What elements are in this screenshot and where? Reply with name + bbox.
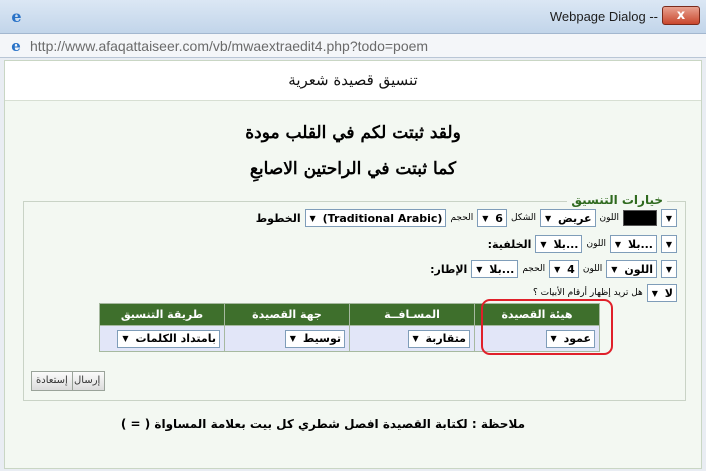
border-color-label: اللون xyxy=(582,264,603,274)
reset-button[interactable]: إستعادة xyxy=(31,371,73,391)
background-row: الخلفية: ▼ بلا... اللون ▼ بلا... ▼ xyxy=(488,235,677,253)
close-button[interactable]: x xyxy=(662,6,700,25)
chevron-down-icon: ▼ xyxy=(611,264,618,274)
column-header: جهة القصيدة xyxy=(224,303,350,326)
chevron-down-icon: ▼ xyxy=(476,264,483,274)
border-select[interactable]: ▼ بلا... xyxy=(471,260,519,278)
page-icon: e xyxy=(11,37,21,55)
chevron-down-icon: ▼ xyxy=(289,334,296,343)
numbers-select[interactable]: ▼ لا xyxy=(646,284,677,302)
verse-line-2: كما ثبتت في الراحتين الاصابعِ xyxy=(249,159,457,179)
chevron-down-icon: ▼ xyxy=(651,288,658,298)
numbers-label: هل تريد إظهار أرقام الأبيات ؟ xyxy=(533,288,643,298)
shape-label: الشكل xyxy=(510,213,537,223)
chevron-down-icon: ▼ xyxy=(544,213,552,223)
chevron-down-icon: ▼ xyxy=(614,239,622,249)
background-select[interactable]: ▼ بلا... xyxy=(535,235,583,253)
verse-line-1: ولقد ثبتت لكم في القلب مودة xyxy=(245,123,461,143)
chevron-down-icon: ▼ xyxy=(122,334,129,343)
font-size-select[interactable]: ▼ 6 xyxy=(477,209,507,227)
table-cell: ▼ متقاربة xyxy=(349,325,475,352)
border-row: الإطار: ▼ بلا... الحجم ▼ 4 اللون ▼ اللون ▼ xyxy=(430,260,677,278)
window-title: Webpage Dialog -- xyxy=(549,9,658,24)
heading-bar: تنسيق قصيدة شعرية xyxy=(5,61,701,101)
dialog-page: تنسيق قصيدة شعرية ولقد ثبتت لكم في القلب… xyxy=(4,60,702,469)
spacing-select[interactable]: ▼ متقاربة xyxy=(407,329,470,348)
title-bar: e Webpage Dialog -- x xyxy=(0,0,706,34)
size-label: الحجم xyxy=(450,213,474,223)
chevron-down-icon: ▼ xyxy=(540,239,547,249)
column-header: المسـافــة xyxy=(349,303,475,326)
background-color-label: اللون xyxy=(586,239,606,249)
border-color-select[interactable]: ▼ اللون xyxy=(606,260,657,278)
options-legend: خيارات التنسيق xyxy=(567,193,667,207)
font-color-label: اللون xyxy=(599,213,619,223)
border-label: الإطار: xyxy=(430,262,468,276)
border-size-label: الحجم xyxy=(522,264,546,274)
chevron-down-icon: ▼ xyxy=(665,264,673,274)
table-cell: ▼ توسيط xyxy=(224,325,350,352)
table-cell: ▼ بامتداد الكلمات xyxy=(99,325,225,352)
page-title: تنسيق قصيدة شعرية xyxy=(288,71,418,89)
column-header: طريقة التنسيق xyxy=(99,303,225,326)
ie-icon: e xyxy=(11,7,22,26)
url-text: http://www.afaqattaiseer.com/vb/mwaextra… xyxy=(30,38,429,54)
chevron-down-icon: ▼ xyxy=(554,264,561,274)
background-label: الخلفية: xyxy=(487,237,532,251)
submit-button[interactable]: إرسال xyxy=(69,371,106,391)
address-bar: e http://www.afaqattaiseer.com/vb/mwaext… xyxy=(0,34,706,58)
background-extra-select[interactable]: ▼ xyxy=(661,235,677,253)
border-extra-select[interactable]: ▼ xyxy=(661,260,677,278)
chevron-down-icon: ▼ xyxy=(665,239,673,249)
chevron-down-icon: ▼ xyxy=(482,213,489,223)
note-text: ملاحظة : لكتابة القصيدة افصل شطري كل بيت… xyxy=(120,417,525,431)
format-method-select[interactable]: ▼ بامتداد الكلمات xyxy=(117,329,220,348)
font-color-select[interactable]: ▼ xyxy=(661,209,677,227)
border-size-select[interactable]: ▼ 4 xyxy=(549,260,579,278)
background-color-select[interactable]: ▼ بلا... xyxy=(609,235,657,253)
chevron-down-icon: ▼ xyxy=(412,334,419,343)
alignment-select[interactable]: ▼ توسيط xyxy=(284,329,345,348)
font-color-swatch[interactable] xyxy=(623,210,657,226)
font-row: الخطوط ▼ (Traditional Arabic) الحجم ▼ 6 ال… xyxy=(256,209,677,227)
chevron-down-icon: ▼ xyxy=(665,213,673,223)
chevron-down-icon: ▼ xyxy=(309,213,316,223)
font-select[interactable]: ▼ (Traditional Arabic) xyxy=(304,209,447,227)
highlight-annotation xyxy=(481,299,613,355)
font-label: الخطوط xyxy=(255,211,301,225)
font-shape-select[interactable]: ▼ عريض xyxy=(540,209,596,227)
